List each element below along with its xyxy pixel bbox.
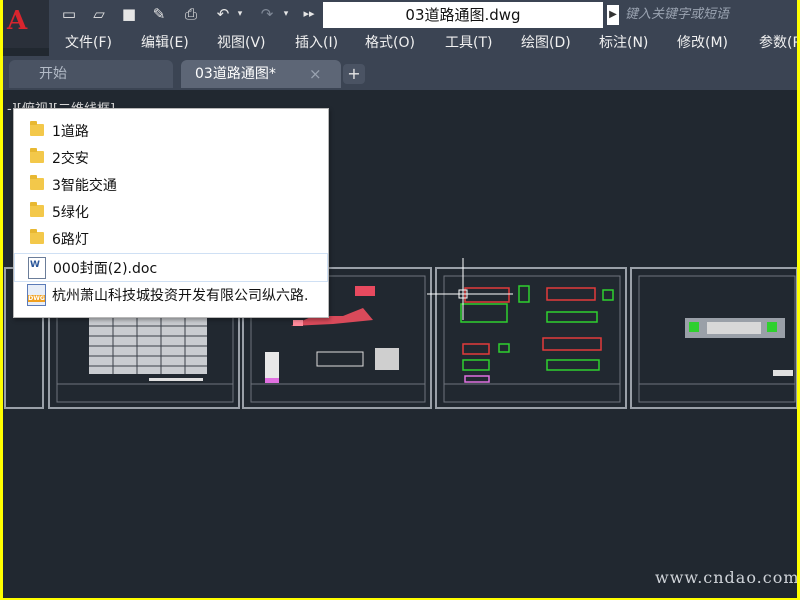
popup-item-doc-cover[interactable]: 000封面(2).doc xyxy=(14,253,328,282)
popup-item-label: 000封面(2).doc xyxy=(53,261,158,277)
menu-parametric[interactable]: 参数(P xyxy=(759,30,797,56)
menu-tools[interactable]: 工具(T) xyxy=(445,30,492,56)
menu-view[interactable]: 视图(V) xyxy=(217,30,266,56)
new-file-icon[interactable]: ▭ xyxy=(59,5,79,23)
popup-item-folder-traffic[interactable]: 2交安 xyxy=(14,144,328,171)
file-tab-strip: 开始 03道路通图* × + xyxy=(3,56,797,90)
menu-edit[interactable]: 编辑(E) xyxy=(141,30,189,56)
tab-drawing-label: 03道路通图* xyxy=(195,66,276,82)
tab-start[interactable]: 开始 xyxy=(9,60,173,88)
popup-item-folder-lighting[interactable]: 6路灯 xyxy=(14,225,328,252)
redo-dropdown-icon[interactable]: ▾ xyxy=(281,5,291,23)
tab-start-label: 开始 xyxy=(39,66,67,82)
popup-item-label: 2交安 xyxy=(52,151,89,167)
folder-icon xyxy=(30,175,44,190)
save-as-icon[interactable]: ✎ xyxy=(149,5,169,23)
menu-modify[interactable]: 修改(M) xyxy=(677,30,728,56)
menu-file[interactable]: 文件(F) xyxy=(65,30,112,56)
popup-item-folder-its[interactable]: 3智能交通 xyxy=(14,171,328,198)
menu-format[interactable]: 格式(O) xyxy=(365,30,415,56)
popup-item-folder-greening[interactable]: 5绿化 xyxy=(14,198,328,225)
tab-drawing[interactable]: 03道路通图* × xyxy=(181,60,341,88)
sheet-plan-drawing xyxy=(460,285,614,383)
undo-dropdown-icon[interactable]: ▾ xyxy=(235,5,245,23)
tab-close-icon[interactable]: × xyxy=(309,60,322,88)
document-title: 03道路通图.dwg xyxy=(323,2,603,28)
watermark: www.cndao.com xyxy=(655,568,797,587)
menu-bar: 文件(F) 编辑(E) 视图(V) 插入(I) 格式(O) 工具(T) 绘图(D… xyxy=(49,30,797,56)
print-icon[interactable]: ⎙ xyxy=(181,5,201,23)
menu-draw[interactable]: 绘图(D) xyxy=(521,30,571,56)
folder-icon xyxy=(30,229,44,244)
new-tab-button[interactable]: + xyxy=(343,64,365,84)
open-folder-icon[interactable]: ▱ xyxy=(89,5,109,23)
popup-item-label: 6路灯 xyxy=(52,232,89,248)
popup-item-folder-road[interactable]: 1道路 xyxy=(14,117,328,144)
folder-icon xyxy=(30,148,44,163)
search-input[interactable]: 键入关键字或短语 xyxy=(621,2,797,28)
folder-icon xyxy=(30,202,44,217)
recent-files-popup: 1道路 2交安 3智能交通 5绿化 6路灯 000封面(2).doc 杭州萧山科… xyxy=(13,108,329,318)
popup-item-dwg-file[interactable]: 杭州萧山科技城投资开发有限公司纵六路. xyxy=(14,281,328,308)
word-doc-icon xyxy=(28,257,46,279)
undo-icon[interactable]: ↶ xyxy=(213,5,233,23)
app-logo[interactable]: A xyxy=(3,0,49,48)
menu-insert[interactable]: 插入(I) xyxy=(295,30,338,56)
folder-icon xyxy=(30,121,44,136)
app-logo-icon: A xyxy=(7,6,28,36)
sheet-cross-section xyxy=(685,318,793,376)
popup-item-label: 3智能交通 xyxy=(52,178,117,194)
menu-dimension[interactable]: 标注(N) xyxy=(599,30,648,56)
more-tools-icon[interactable]: ▸▸ xyxy=(299,5,319,23)
sheet-table-grid xyxy=(89,316,207,381)
redo-icon[interactable]: ↷ xyxy=(257,5,277,23)
search-expand-icon[interactable]: ▶ xyxy=(607,5,619,25)
popup-item-label: 杭州萧山科技城投资开发有限公司纵六路. xyxy=(52,288,309,304)
title-bar: A ▭ ▱ ■ ✎ ⎙ ↶ ▾ ↷ ▾ ▸▸ 03道路通图.dwg ▶ 键入关键… xyxy=(3,0,797,48)
save-icon[interactable]: ■ xyxy=(119,5,139,23)
dwg-file-icon xyxy=(27,284,46,306)
popup-item-label: 1道路 xyxy=(52,124,89,140)
app-window: A ▭ ▱ ■ ✎ ⎙ ↶ ▾ ↷ ▾ ▸▸ 03道路通图.dwg ▶ 键入关键… xyxy=(3,0,797,598)
popup-item-label: 5绿化 xyxy=(52,205,89,221)
